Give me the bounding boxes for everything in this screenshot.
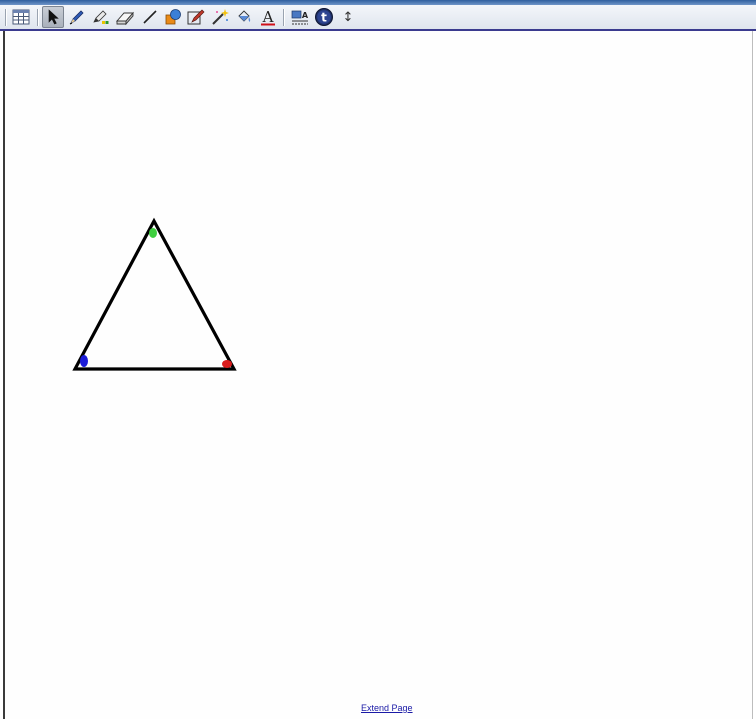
extend-page-link[interactable]: Extend Page — [361, 703, 413, 713]
whiteboard-canvas[interactable] — [3, 31, 753, 719]
triangle-shape[interactable] — [72, 217, 237, 371]
top-vertex-marker — [149, 228, 157, 238]
notebook-window: A A t ↕ Extend Page — [0, 0, 756, 719]
right-vertex-marker — [222, 360, 232, 368]
left-vertex-marker — [80, 355, 88, 367]
